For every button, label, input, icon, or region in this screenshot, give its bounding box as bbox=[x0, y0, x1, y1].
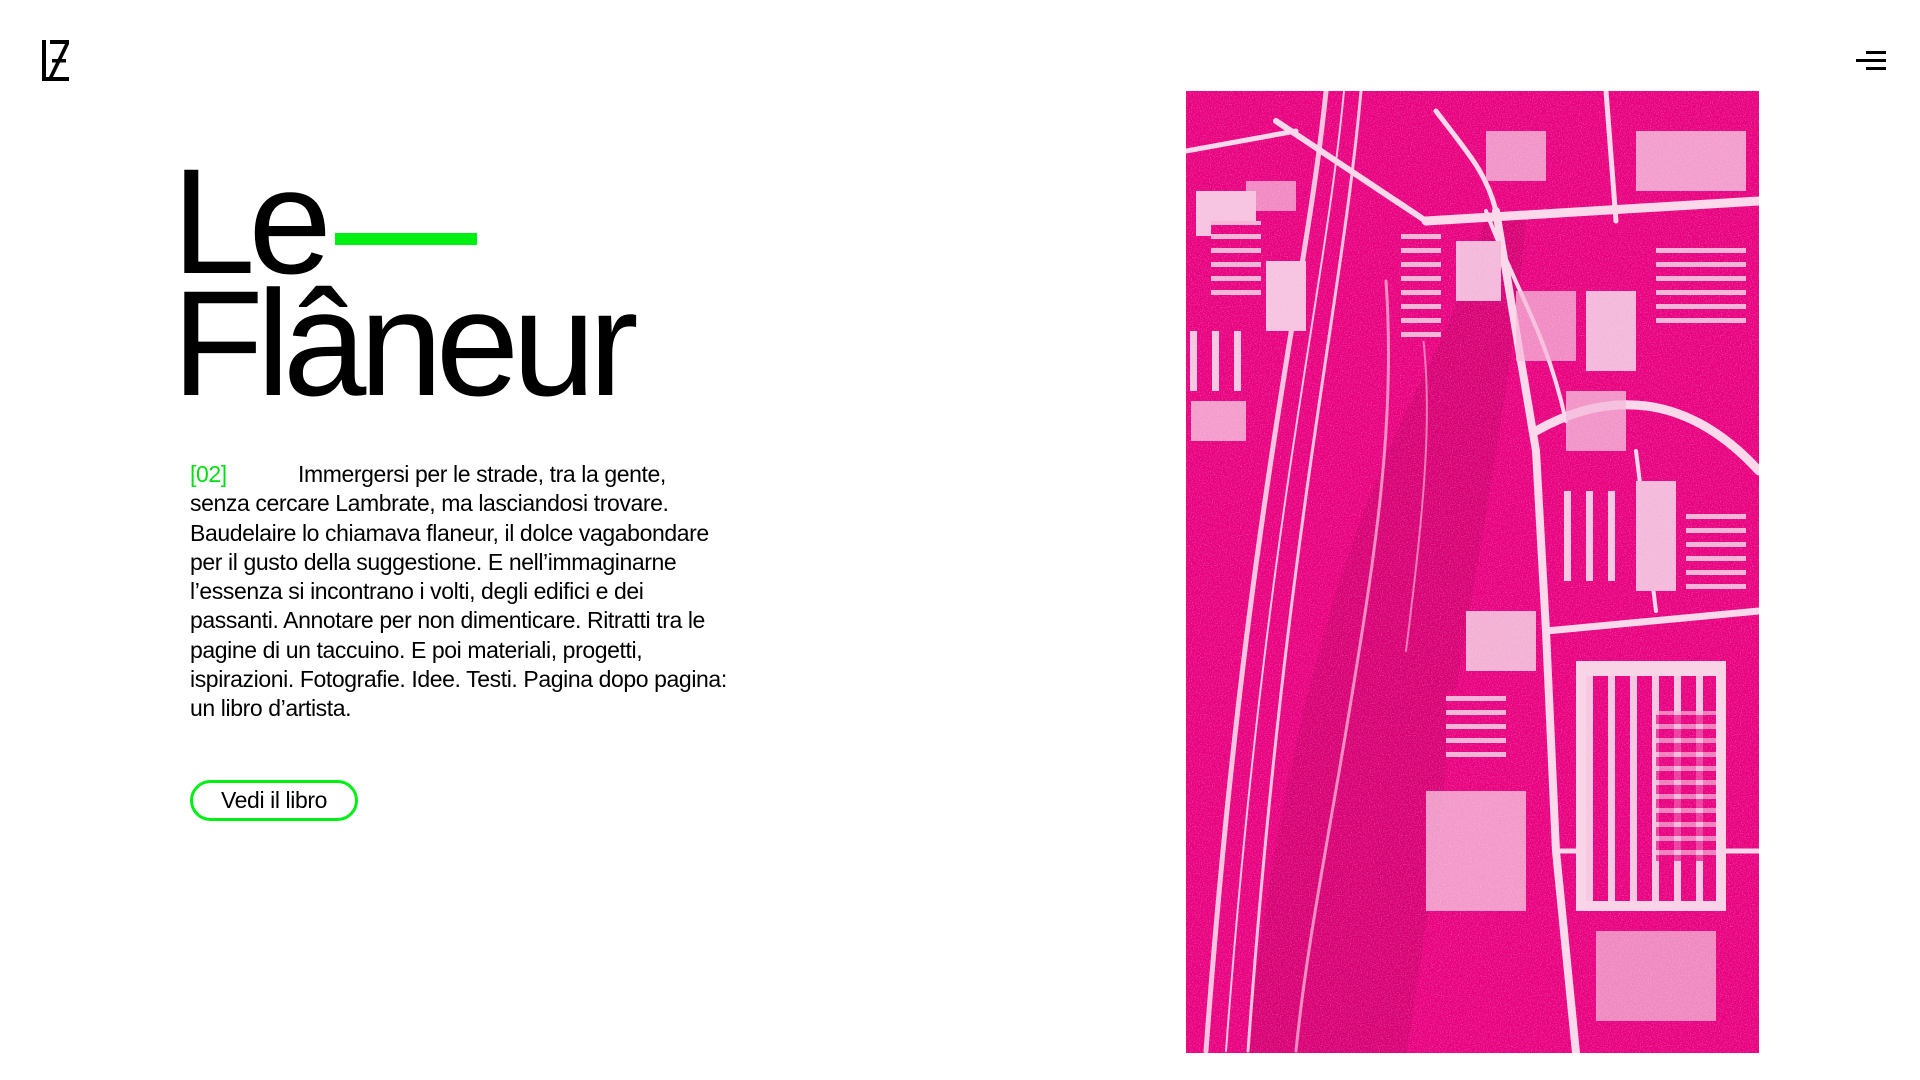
page-title: Le Flâneur bbox=[172, 146, 639, 427]
section-number: [02] bbox=[190, 461, 227, 487]
lz-monogram-icon bbox=[42, 40, 69, 81]
logo[interactable] bbox=[40, 39, 70, 83]
aerial-photo bbox=[1186, 91, 1759, 1053]
title-line-2: Flâneur bbox=[172, 259, 639, 427]
hamburger-menu-icon bbox=[1856, 51, 1886, 70]
accent-dash bbox=[334, 233, 477, 246]
description-paragraph: [02] Immergersi per le strade, tra la gen… bbox=[190, 460, 730, 724]
menu-button[interactable] bbox=[1854, 46, 1888, 76]
description-text: Immergersi per le strade, tra la gente, … bbox=[190, 461, 727, 722]
view-book-button[interactable]: Vedi il libro bbox=[190, 780, 358, 821]
